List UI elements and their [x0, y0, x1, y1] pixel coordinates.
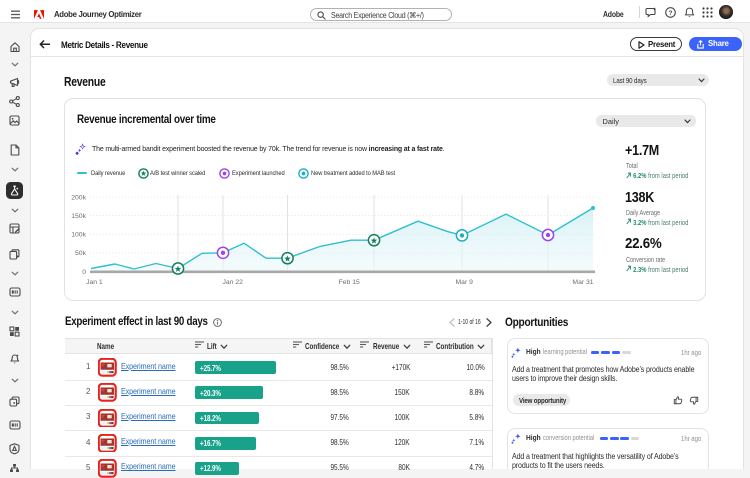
svg-text:50k: 50k	[75, 250, 87, 257]
svg-text:Feb 15: Feb 15	[339, 279, 360, 286]
svg-text:Mar 9: Mar 9	[456, 279, 474, 286]
svg-text:Mar 31: Mar 31	[572, 279, 593, 286]
svg-text:100k: 100k	[71, 232, 86, 239]
svg-text:?: ?	[669, 9, 673, 16]
svg-text:Jan 22: Jan 22	[222, 279, 243, 286]
svg-text:Jan 1: Jan 1	[86, 279, 103, 286]
svg-text:0: 0	[82, 269, 86, 276]
svg-text:150k: 150k	[71, 213, 86, 220]
svg-text:200k: 200k	[71, 194, 86, 201]
